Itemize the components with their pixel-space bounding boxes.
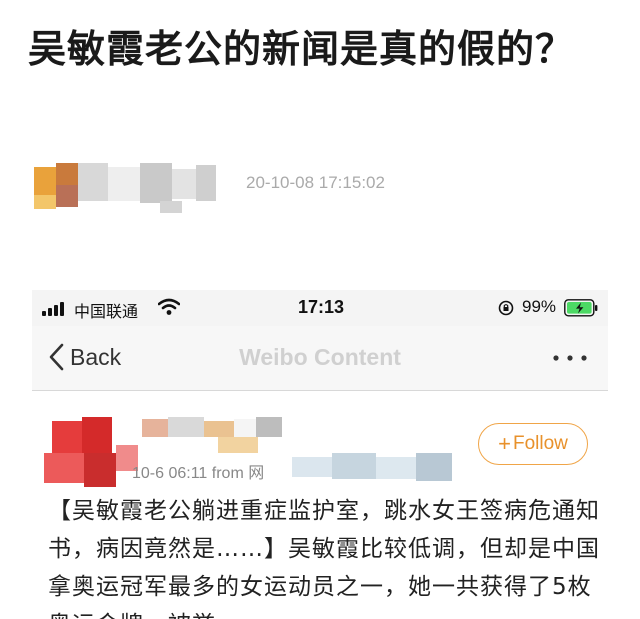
- status-time: 17:13: [298, 297, 345, 317]
- post-meta: 10-6 06:11 from 网: [132, 465, 265, 482]
- follow-label: Follow: [512, 433, 568, 454]
- user-avatar-blurred[interactable]: [44, 417, 140, 493]
- battery-charging-icon: [564, 299, 598, 317]
- article-title: 吴敏霞老公的新闻是真的假的？: [28, 27, 575, 71]
- follow-button[interactable]: + Follow: [478, 423, 588, 465]
- source-blurred: [292, 453, 472, 483]
- more-dots-icon[interactable]: [550, 348, 590, 368]
- carrier-name: 中国联通: [74, 304, 139, 321]
- author-row: 20-10-08 17:15:02: [20, 155, 620, 215]
- plus-icon: +: [498, 431, 511, 456]
- post-timestamp: 20-10-08 17:15:02: [246, 173, 385, 192]
- status-bar: 中国联通 17:13 99%: [32, 290, 608, 326]
- post-header: 10-6 06:11 from 网 + Follow: [32, 391, 608, 491]
- rotation-lock-icon: [498, 300, 514, 316]
- wifi-icon: [158, 298, 180, 315]
- cellular-signal-icon: [42, 302, 66, 316]
- nav-title: Weibo Content: [239, 344, 401, 370]
- battery-percent: 99%: [522, 297, 557, 316]
- post-text: 【吴敏霞老公躺进重症监护室，跳水女王签病危通知书，病因竟然是……】吴敏霞比较低调…: [48, 498, 600, 619]
- user-name-blurred[interactable]: [142, 417, 302, 457]
- embedded-screenshot: 中国联通 17:13 99% Back Weibo Content 10-6 0…: [32, 290, 608, 619]
- nav-bar: Back Weibo Content: [32, 326, 608, 391]
- author-avatar-blurred[interactable]: [20, 163, 220, 213]
